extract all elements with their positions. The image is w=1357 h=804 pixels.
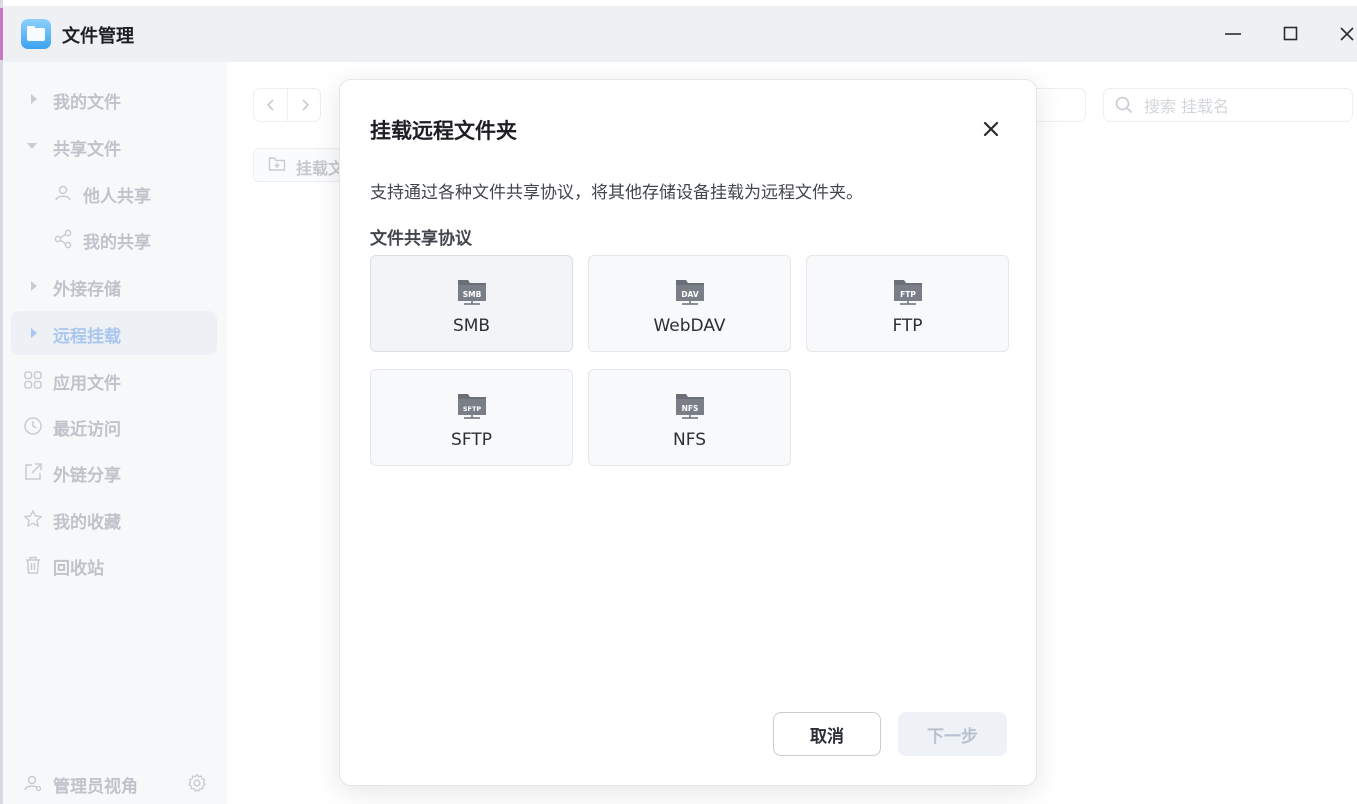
ftp-folder-icon: FTP (892, 276, 924, 306)
svg-text:DAV: DAV (681, 290, 699, 299)
window-close-button[interactable] (1333, 20, 1357, 48)
protocol-label: SMB (452, 316, 491, 336)
chevron-right-icon[interactable] (29, 77, 39, 121)
sidebar-item-label: 最近访问 (53, 420, 121, 440)
protocol-card-ftp[interactable]: FTP FTP (806, 255, 1009, 352)
protocol-card-smb[interactable]: SMB SMB (370, 255, 573, 352)
chevron-right-icon[interactable] (29, 311, 39, 355)
close-icon (983, 121, 999, 137)
sidebar-item-label: 外接存储 (53, 280, 121, 300)
protocol-card-nfs[interactable]: NFS NFS (588, 369, 791, 466)
app-title: 文件管理 (62, 26, 134, 47)
file-manager-app-icon (21, 19, 51, 49)
webdav-folder-icon: DAV (674, 276, 706, 306)
protocol-label: WebDAV (653, 316, 726, 336)
minimize-button[interactable] (1219, 20, 1247, 48)
sidebar-item-favorites[interactable]: 我的收藏 (11, 497, 217, 541)
maximize-button[interactable] (1277, 20, 1305, 48)
search-input[interactable] (1142, 94, 1346, 118)
apps-grid-icon (23, 370, 43, 390)
settings-gear-icon[interactable] (187, 773, 207, 797)
admin-user-icon (23, 773, 43, 797)
path-bar[interactable] (1033, 88, 1086, 122)
svg-text:SMB: SMB (463, 290, 482, 299)
sidebar-item-app-files[interactable]: 应用文件 (11, 358, 217, 402)
sidebar-item-label: 我的收藏 (53, 513, 121, 533)
close-icon (1340, 27, 1354, 41)
folder-add-icon (268, 156, 286, 176)
protocol-label: SFTP (451, 430, 492, 450)
chevron-right-icon[interactable] (29, 264, 39, 308)
sidebar-item-recycle-bin[interactable]: 回收站 (11, 543, 217, 587)
protocol-label: NFS (673, 430, 706, 450)
maximize-icon (1283, 26, 1298, 41)
sidebar-item-external-links[interactable]: 外链分享 (11, 450, 217, 494)
search-icon (1115, 96, 1133, 118)
trash-icon (23, 555, 43, 575)
svg-text:SFTP: SFTP (463, 405, 482, 413)
sidebar-item-label: 应用文件 (53, 374, 121, 394)
forward-button[interactable] (288, 89, 321, 121)
back-button[interactable] (254, 89, 287, 121)
nfs-folder-icon: NFS (674, 390, 706, 420)
sidebar: 我的文件 共享文件 他人共享 我的共享 外接存储 远程挂载 应用文件 最近访问 (3, 62, 227, 804)
user-icon (53, 183, 73, 203)
history-nav (253, 88, 321, 122)
clock-icon (23, 416, 43, 436)
sidebar-item-label: 共享文件 (53, 140, 121, 160)
protocol-section-label: 文件共享协议 (370, 229, 472, 249)
sidebar-item-label: 我的共享 (83, 233, 151, 253)
dialog-close-button[interactable] (976, 114, 1006, 144)
dialog-description: 支持通过各种文件共享协议，将其他存储设备挂载为远程文件夹。 (370, 183, 863, 203)
sidebar-item-my-files[interactable]: 我的文件 (11, 77, 217, 121)
smb-folder-icon: SMB (456, 276, 488, 306)
chevron-right-icon (301, 99, 309, 111)
cancel-button[interactable]: 取消 (773, 712, 881, 756)
svg-text:NFS: NFS (682, 404, 699, 413)
sidebar-item-recent[interactable]: 最近访问 (11, 404, 217, 448)
protocol-card-webdav[interactable]: DAV WebDAV (588, 255, 791, 352)
mount-folder-label: 挂载文 (296, 159, 345, 178)
protocol-label: FTP (892, 316, 923, 336)
admin-view-label: 管理员视角 (53, 777, 138, 797)
chevron-down-icon[interactable] (26, 124, 38, 168)
sidebar-item-label: 我的文件 (53, 93, 121, 113)
sftp-folder-icon: SFTP (456, 390, 488, 420)
dialog-title: 挂载远程文件夹 (370, 119, 517, 143)
sidebar-item-label: 远程挂载 (53, 327, 121, 347)
export-link-icon (23, 462, 43, 482)
minimize-icon (1225, 33, 1241, 35)
share-icon (53, 229, 73, 249)
sidebar-item-label: 回收站 (53, 559, 104, 579)
sidebar-item-external-storage[interactable]: 外接存储 (11, 264, 217, 308)
sidebar-item-shared-with-me[interactable]: 他人共享 (11, 171, 217, 215)
sidebar-item-remote-mount[interactable]: 远程挂载 (11, 311, 217, 355)
sidebar-item-label: 外链分享 (53, 466, 121, 486)
sidebar-item-label: 他人共享 (83, 187, 151, 207)
star-icon (23, 509, 43, 529)
admin-view-toggle[interactable]: 管理员视角 (3, 762, 227, 804)
protocol-card-sftp[interactable]: SFTP SFTP (370, 369, 573, 466)
sidebar-item-shared-files[interactable]: 共享文件 (11, 124, 217, 168)
next-step-button[interactable]: 下一步 (898, 712, 1007, 756)
chevron-left-icon (266, 99, 274, 111)
mount-remote-folder-dialog: 挂载远程文件夹 支持通过各种文件共享协议，将其他存储设备挂载为远程文件夹。 文件… (339, 79, 1037, 786)
search-box[interactable] (1103, 88, 1353, 122)
title-bar: 文件管理 (3, 6, 1357, 62)
svg-text:FTP: FTP (900, 290, 916, 299)
sidebar-item-my-shares[interactable]: 我的共享 (11, 217, 217, 261)
